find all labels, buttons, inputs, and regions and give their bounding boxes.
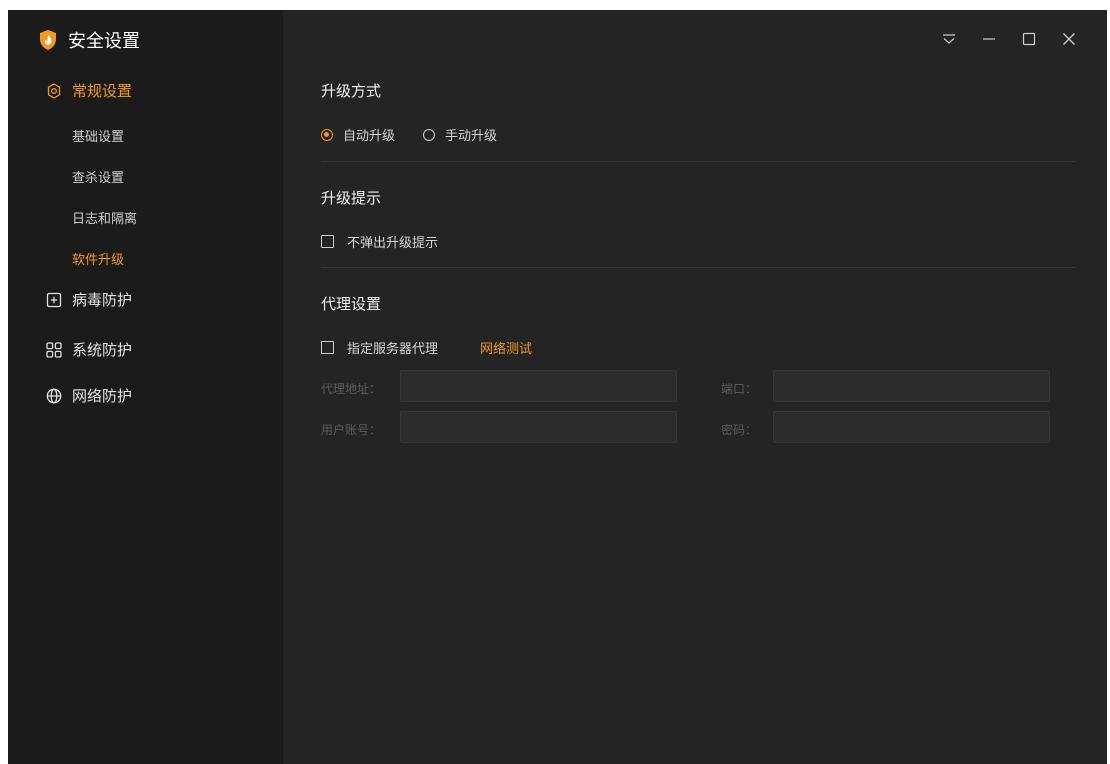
grid-icon bbox=[46, 341, 62, 358]
sidebar-item-general[interactable]: 常规设置 bbox=[46, 80, 132, 101]
proxy-option: 指定服务器代理 网络测试 bbox=[321, 338, 532, 357]
sidebar-subitem-basic[interactable]: 基础设置 bbox=[72, 126, 124, 145]
sidebar-item-system-protection[interactable]: 系统防护 bbox=[46, 339, 132, 360]
proxy-address-label: 代理地址： bbox=[321, 382, 382, 396]
proxy-settings-title: 代理设置 bbox=[321, 295, 382, 313]
maximize-button[interactable] bbox=[1009, 26, 1049, 52]
minimize-button[interactable] bbox=[969, 26, 1009, 52]
section-divider bbox=[321, 161, 1076, 162]
sidebar-subitem-upgrade[interactable]: 软件升级 bbox=[72, 249, 124, 268]
radio-label: 自动升级 bbox=[343, 129, 396, 144]
close-icon bbox=[1063, 33, 1075, 45]
proxy-password-input[interactable] bbox=[773, 411, 1050, 443]
radio-unchecked-indicator bbox=[423, 128, 436, 141]
sidebar-subitem-logs[interactable]: 日志和隔离 bbox=[72, 208, 137, 227]
upgrade-tip-title: 升级提示 bbox=[321, 189, 382, 207]
proxy-password-label: 密码： bbox=[721, 423, 758, 437]
settings-window: 安全设置 常规设置 基础设置 查杀设置 日志和隔离 软件升级 病毒防护 系统防护… bbox=[8, 10, 1107, 764]
globe-icon bbox=[46, 388, 62, 403]
network-test-link[interactable]: 网络测试 bbox=[480, 338, 532, 357]
auto-upgrade-radio[interactable]: 自动升级 bbox=[321, 125, 395, 144]
checkbox-label: 不弹出升级提示 bbox=[347, 236, 439, 251]
proxy-address-input[interactable] bbox=[400, 370, 677, 402]
app-title: 安全设置 bbox=[68, 31, 140, 52]
no-upgrade-popup-option: 不弹出升级提示 bbox=[321, 232, 438, 251]
proxy-server-checkbox[interactable] bbox=[321, 341, 334, 354]
gear-icon bbox=[47, 82, 61, 99]
upgrade-mode-options: 自动升级 手动升级 bbox=[321, 125, 525, 144]
plus-square-icon bbox=[46, 292, 62, 307]
shield-logo-icon bbox=[40, 30, 56, 50]
sidebar-item-label: 网络防护 bbox=[72, 387, 133, 405]
radio-label: 手动升级 bbox=[445, 129, 498, 144]
sidebar-item-network-protection[interactable]: 网络防护 bbox=[46, 385, 132, 406]
checkbox-label: 指定服务器代理 bbox=[347, 342, 439, 357]
manual-upgrade-radio[interactable]: 手动升级 bbox=[423, 125, 497, 144]
maximize-icon bbox=[1022, 32, 1036, 46]
section-divider bbox=[321, 267, 1076, 268]
proxy-account-label: 用户账号： bbox=[321, 423, 382, 437]
proxy-port-input[interactable] bbox=[773, 370, 1050, 402]
minimize-icon bbox=[983, 38, 995, 40]
proxy-account-input[interactable] bbox=[400, 411, 677, 443]
sidebar-item-label: 病毒防护 bbox=[72, 291, 133, 309]
sidebar: 安全设置 常规设置 基础设置 查杀设置 日志和隔离 软件升级 病毒防护 系统防护… bbox=[8, 10, 283, 764]
radio-checked-indicator bbox=[321, 128, 333, 141]
no-upgrade-popup-checkbox[interactable] bbox=[321, 235, 334, 248]
proxy-port-label: 端口： bbox=[721, 382, 758, 396]
sidebar-subitem-scan[interactable]: 查杀设置 bbox=[72, 167, 124, 186]
main-content: 升级方式 自动升级 手动升级 升级提示 不弹出升级提示 代理设置 指定服务器代理… bbox=[283, 10, 1107, 764]
window-controls bbox=[929, 26, 1089, 52]
brand: 安全设置 bbox=[40, 28, 140, 52]
menu-button[interactable] bbox=[929, 26, 969, 52]
sidebar-item-virus-protection[interactable]: 病毒防护 bbox=[46, 289, 132, 310]
upgrade-mode-title: 升级方式 bbox=[321, 82, 382, 100]
sidebar-item-label: 常规设置 bbox=[72, 82, 133, 100]
close-button[interactable] bbox=[1049, 26, 1089, 52]
menu-icon bbox=[943, 34, 955, 44]
sidebar-item-label: 系统防护 bbox=[72, 341, 133, 359]
